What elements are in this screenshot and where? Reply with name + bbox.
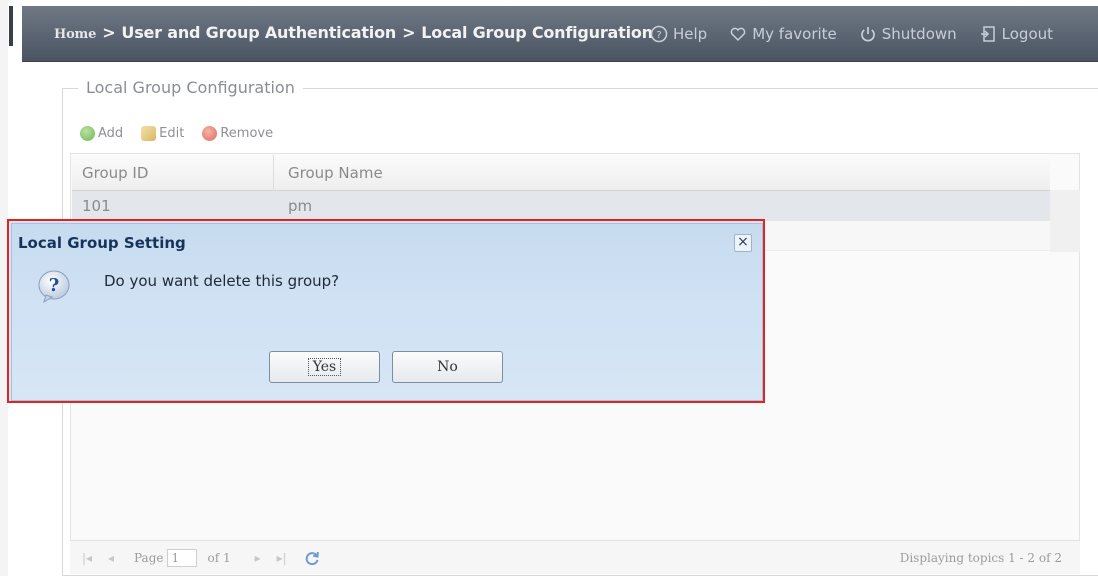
cell-group-name: pm bbox=[288, 197, 313, 215]
close-icon[interactable]: × bbox=[734, 234, 752, 252]
favorite-label: My favorite bbox=[752, 25, 837, 43]
heart-icon bbox=[730, 27, 746, 42]
column-header-group-id[interactable]: Group ID bbox=[72, 154, 274, 191]
no-button[interactable]: No bbox=[392, 351, 503, 383]
page-number-input[interactable] bbox=[167, 548, 198, 567]
help-button[interactable]: ? Help bbox=[650, 25, 707, 43]
cell-group-id: 101 bbox=[82, 197, 111, 215]
breadcrumb-home[interactable]: Home bbox=[54, 27, 96, 42]
breadcrumb: Home > User and Group Authentication > Local… bbox=[54, 23, 653, 42]
fieldset-title: Local Group Configuration bbox=[78, 78, 303, 97]
remove-button[interactable]: Remove bbox=[202, 125, 274, 141]
dialog-body: Local Group Setting × ? Do you want dele… bbox=[11, 223, 763, 401]
edit-button[interactable]: Edit bbox=[141, 125, 185, 141]
display-count: Displaying topics 1 - 2 of 2 bbox=[899, 551, 1062, 565]
refresh-icon[interactable] bbox=[303, 549, 321, 567]
remove-icon bbox=[202, 125, 218, 141]
page-label: Page bbox=[134, 550, 164, 565]
dialog-title: Local Group Setting bbox=[18, 234, 186, 252]
logout-label: Logout bbox=[1001, 25, 1054, 43]
add-label: Add bbox=[98, 125, 124, 141]
prev-page-icon[interactable]: ◂ bbox=[104, 551, 118, 565]
yes-button[interactable]: Yes bbox=[269, 351, 380, 383]
shutdown-button[interactable]: Shutdown bbox=[859, 25, 957, 43]
table-row[interactable]: 101 pm bbox=[72, 191, 1050, 221]
column-header-group-name[interactable]: Group Name bbox=[274, 164, 383, 182]
svg-text:?: ? bbox=[656, 30, 661, 41]
dialog-message: Do you want delete this group? bbox=[104, 272, 340, 290]
next-page-icon[interactable]: ▸ bbox=[251, 551, 265, 565]
grid-toolbar: Add Edit Remove bbox=[80, 120, 291, 146]
shutdown-label: Shutdown bbox=[881, 25, 957, 43]
breadcrumb-page: Local Group Configuration bbox=[421, 23, 653, 42]
question-icon: ? bbox=[38, 270, 70, 304]
first-page-icon[interactable]: |◂ bbox=[80, 551, 94, 565]
add-icon bbox=[80, 125, 95, 141]
logout-button[interactable]: Logout bbox=[979, 25, 1053, 43]
breadcrumb-section[interactable]: User and Group Authentication bbox=[121, 23, 396, 42]
grid-scroll-area bbox=[1050, 190, 1080, 252]
top-header: Home > User and Group Authentication > Local… bbox=[22, 6, 1098, 62]
yes-label: Yes bbox=[307, 358, 342, 376]
power-icon bbox=[860, 27, 875, 42]
last-page-icon[interactable]: ▸| bbox=[275, 551, 289, 565]
edit-icon bbox=[141, 125, 157, 141]
help-icon: ? bbox=[650, 25, 668, 43]
svg-text:?: ? bbox=[49, 275, 60, 296]
remove-label: Remove bbox=[220, 125, 274, 141]
no-label: No bbox=[437, 359, 458, 375]
edit-label: Edit bbox=[159, 125, 185, 141]
page-count: of 1 bbox=[207, 550, 231, 565]
pagination-bar: |◂ ◂ Page of 1 ▸ ▸| Displaying topics 1 … bbox=[70, 540, 1080, 574]
header-tools: ? Help My favorite Shutdown Logout bbox=[650, 22, 1075, 46]
favorite-button[interactable]: My favorite bbox=[729, 25, 837, 43]
grid-header: Group ID Group Name bbox=[72, 154, 1050, 191]
delete-confirm-dialog: Local Group Setting × ? Do you want dele… bbox=[7, 219, 765, 403]
add-button[interactable]: Add bbox=[80, 125, 124, 141]
logout-icon bbox=[980, 26, 995, 42]
left-divider bbox=[9, 6, 13, 46]
help-label: Help bbox=[673, 25, 708, 43]
